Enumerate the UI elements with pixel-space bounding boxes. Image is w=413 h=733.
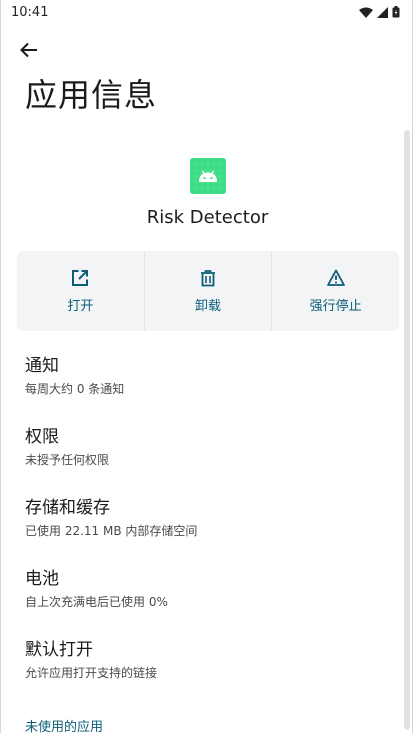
setting-subtitle: 未授予任何权限 [25,453,110,467]
open-in-new-icon [72,269,89,286]
setting-title: 存储和缓存 [25,498,110,518]
setting-title: 默认打开 [25,640,93,660]
uninstall-label: 卸载 [195,298,222,314]
unused-apps-section-header: 未使用的应用 [25,720,104,733]
open-label: 打开 [67,298,94,314]
battery-icon [392,6,400,18]
settings-list: 通知 每周大约 0 条通知 权限 未授予任何权限 存储和缓存 已使用 22.11… [25,354,385,709]
signal-icon [377,6,388,18]
wifi-icon [359,7,373,18]
uninstall-button[interactable]: 卸载 [145,251,273,331]
back-button[interactable] [13,34,45,66]
setting-subtitle: 允许应用打开支持的链接 [25,666,158,680]
arrow-back-icon [20,42,37,58]
open-button[interactable]: 打开 [17,251,145,331]
force-stop-button[interactable]: 强行停止 [272,251,399,331]
page-title: 应用信息 [25,76,158,114]
setting-subtitle: 已使用 22.11 MB 内部存储空间 [25,524,198,538]
storage-setting[interactable]: 存储和缓存 已使用 22.11 MB 内部存储空间 [25,496,385,567]
setting-subtitle: 每周大约 0 条通知 [25,382,125,396]
notifications-setting[interactable]: 通知 每周大约 0 条通知 [25,354,385,425]
app-name: Risk Detector [146,207,269,228]
warning-icon [326,269,345,286]
setting-title: 电池 [25,569,59,589]
setting-title: 权限 [25,427,59,447]
open-by-default-setting[interactable]: 默认打开 允许应用打开支持的链接 [25,638,385,709]
app-info-screen: 10:41 应用信息 Risk Detector 打开 卸载 强行停止 通知 每… [0,0,413,733]
action-bar: 打开 卸载 强行停止 [17,251,399,331]
trash-icon [201,269,215,286]
battery-setting[interactable]: 电池 自上次充满电后已使用 0% [25,567,385,638]
android-app-icon [190,158,226,194]
force-stop-label: 强行停止 [309,298,362,314]
setting-title: 通知 [25,356,59,376]
status-icons [359,6,400,18]
status-bar: 10:41 [1,0,412,24]
permissions-setting[interactable]: 权限 未授予任何权限 [25,425,385,496]
setting-subtitle: 自上次充满电后已使用 0% [25,595,168,609]
status-time: 10:41 [11,4,49,20]
